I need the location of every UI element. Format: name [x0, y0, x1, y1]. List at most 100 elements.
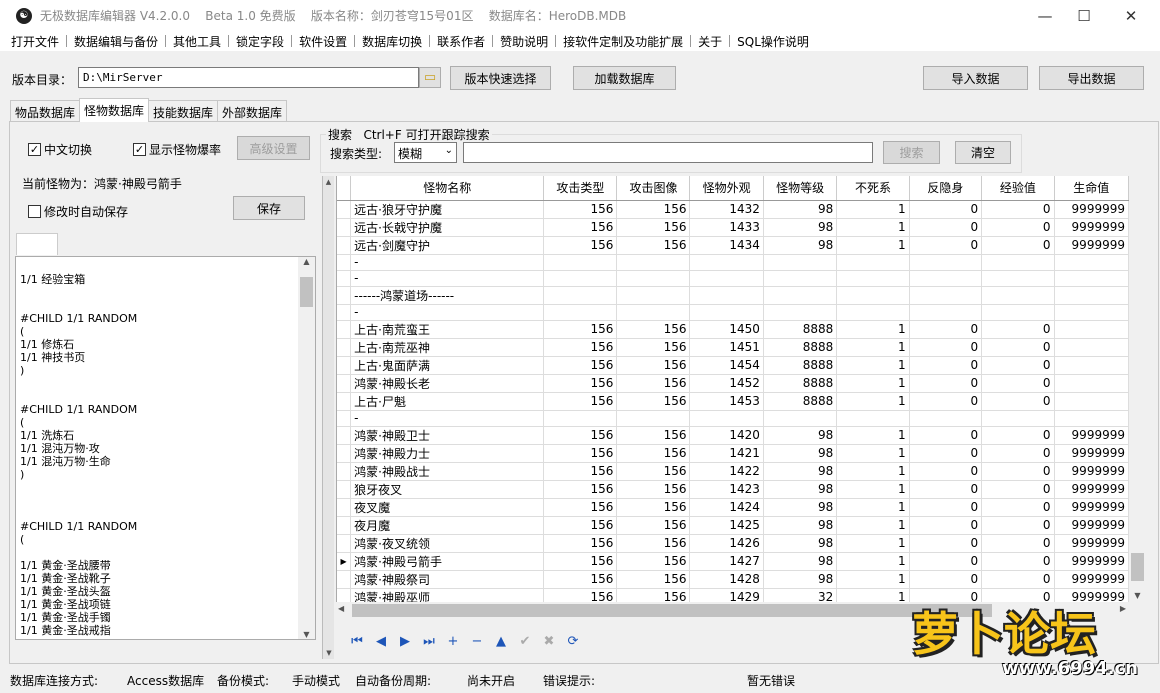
drop-scrollbar[interactable]: ▲ ▼	[298, 257, 315, 639]
table-cell[interactable]: 1	[836, 534, 910, 553]
table-cell[interactable]: 0	[981, 498, 1055, 517]
table-cell[interactable]: 0	[981, 356, 1055, 375]
row-indicator[interactable]	[337, 426, 352, 445]
table-row[interactable]: 鸿蒙·神殿卫士 156 156 1420 98 1 0 0 9999999	[337, 426, 1129, 445]
table-cell[interactable]: 9999999	[1054, 480, 1129, 499]
table-row[interactable]: -	[337, 254, 1129, 271]
table-cell[interactable]: -	[350, 270, 545, 287]
menu-item[interactable]: 关于	[691, 33, 729, 50]
table-cell[interactable]: 98	[763, 570, 838, 589]
table-row[interactable]: 远古·剑魔守护 156 156 1434 98 1 0 0 9999999	[337, 236, 1129, 255]
table-cell[interactable]: 156	[616, 374, 691, 393]
table-cell[interactable]: 1427	[689, 552, 764, 571]
table-cell[interactable]: 156	[543, 570, 618, 589]
table-cell[interactable]: 9999999	[1054, 498, 1129, 517]
table-cell[interactable]: 0	[981, 236, 1055, 255]
up-icon[interactable]: ▲	[489, 634, 513, 649]
menu-item[interactable]: 其他工具	[166, 33, 228, 50]
prev-icon[interactable]: ◀	[369, 634, 393, 649]
table-cell[interactable]	[981, 304, 1055, 321]
table-cell[interactable]	[543, 410, 618, 427]
table-cell[interactable]: 1434	[689, 236, 764, 255]
table-cell[interactable]: 156	[616, 462, 691, 481]
tab-monsters[interactable]: 怪物数据库	[79, 98, 150, 122]
table-cell[interactable]: -	[350, 410, 545, 427]
table-cell[interactable]: 9999999	[1054, 552, 1129, 571]
export-button[interactable]: 导出数据	[1039, 66, 1144, 90]
table-cell[interactable]: 156	[543, 480, 618, 499]
table-cell[interactable]: 0	[981, 426, 1055, 445]
table-cell[interactable]: 鸿蒙·神殿长老	[350, 374, 545, 393]
table-cell[interactable]: 1	[836, 374, 910, 393]
table-cell[interactable]: 0	[981, 552, 1055, 571]
table-cell[interactable]: 1432	[689, 200, 764, 219]
table-cell[interactable]	[1054, 286, 1129, 305]
table-cell[interactable]: 98	[763, 462, 838, 481]
row-indicator[interactable]	[337, 410, 352, 427]
table-cell[interactable]	[909, 270, 983, 287]
table-cell[interactable]: 156	[543, 356, 618, 375]
row-indicator[interactable]	[337, 570, 352, 589]
last-icon[interactable]: ⏭	[417, 634, 441, 649]
row-indicator[interactable]	[337, 200, 352, 219]
table-cell[interactable]	[689, 410, 764, 427]
column-header[interactable]: 生命值	[1054, 176, 1129, 201]
table-cell[interactable]: 上古·尸魁	[350, 392, 545, 411]
delete-icon[interactable]: −	[465, 634, 489, 649]
table-cell[interactable]: 156	[543, 426, 618, 445]
table-cell[interactable]: 0	[981, 320, 1055, 339]
row-indicator[interactable]: ▶	[337, 552, 352, 571]
row-indicator[interactable]	[337, 498, 352, 517]
table-cell[interactable]: 狼牙夜叉	[350, 480, 545, 499]
menu-item[interactable]: 数据编辑与备份	[67, 33, 165, 50]
table-cell[interactable]	[1054, 356, 1129, 375]
table-cell[interactable]	[836, 286, 910, 305]
table-cell[interactable]	[763, 270, 838, 287]
grid-hscroll-thumb[interactable]	[352, 604, 992, 617]
table-cell[interactable]: 156	[616, 356, 691, 375]
menu-item[interactable]: 接软件定制及功能扩展	[556, 33, 690, 50]
table-cell[interactable]: 156	[543, 392, 618, 411]
table-cell[interactable]: 32	[763, 588, 838, 602]
table-cell[interactable]: 8888	[763, 356, 838, 375]
advanced-settings-button[interactable]: 高级设置	[237, 136, 310, 160]
table-cell[interactable]: 鸿蒙·夜叉统领	[350, 534, 545, 553]
table-cell[interactable]	[1054, 320, 1129, 339]
auto-save-checkbox[interactable]: 修改时自动保存	[28, 203, 128, 220]
table-cell[interactable]	[836, 254, 910, 271]
tab-external[interactable]: 外部数据库	[217, 100, 288, 122]
row-indicator[interactable]	[337, 392, 352, 411]
search-input[interactable]	[463, 142, 873, 163]
table-cell[interactable]: 1	[836, 552, 910, 571]
table-row[interactable]: 上古·鬼面萨满 156 156 1454 8888 1 0 0	[337, 356, 1129, 375]
menu-item[interactable]: 联系作者	[430, 33, 492, 50]
row-indicator[interactable]	[337, 516, 352, 535]
table-cell[interactable]: 0	[909, 218, 983, 237]
table-cell[interactable]: 1	[836, 392, 910, 411]
row-indicator[interactable]	[337, 462, 352, 481]
table-cell[interactable]: 夜叉魔	[350, 498, 545, 517]
table-cell[interactable]: 1	[836, 236, 910, 255]
table-cell[interactable]: 156	[543, 200, 618, 219]
show-drops-checkbox[interactable]: ✓ 显示怪物爆率	[133, 141, 221, 158]
table-cell[interactable]: 0	[909, 516, 983, 535]
table-cell[interactable]: 1	[836, 356, 910, 375]
table-cell[interactable]: 9999999	[1054, 462, 1129, 481]
table-cell[interactable]	[763, 304, 838, 321]
table-cell[interactable]: 鸿蒙·神殿卫士	[350, 426, 545, 445]
table-row[interactable]: 鸿蒙·神殿战士 156 156 1422 98 1 0 0 9999999	[337, 462, 1129, 481]
table-row[interactable]: 上古·南荒蛮王 156 156 1450 8888 1 0 0	[337, 320, 1129, 339]
table-cell[interactable]: 0	[909, 480, 983, 499]
table-cell[interactable]: 156	[616, 320, 691, 339]
tab-items[interactable]: 物品数据库	[10, 100, 81, 122]
tab-skills[interactable]: 技能数据库	[148, 100, 219, 122]
table-cell[interactable]: 8888	[763, 392, 838, 411]
table-cell[interactable]: 1	[836, 338, 910, 357]
table-cell[interactable]: 0	[981, 200, 1055, 219]
row-indicator[interactable]	[337, 480, 352, 499]
table-cell[interactable]: 0	[981, 570, 1055, 589]
table-cell[interactable]	[763, 410, 838, 427]
table-cell[interactable]: 156	[616, 426, 691, 445]
table-cell[interactable]	[689, 270, 764, 287]
import-button[interactable]: 导入数据	[923, 66, 1028, 90]
